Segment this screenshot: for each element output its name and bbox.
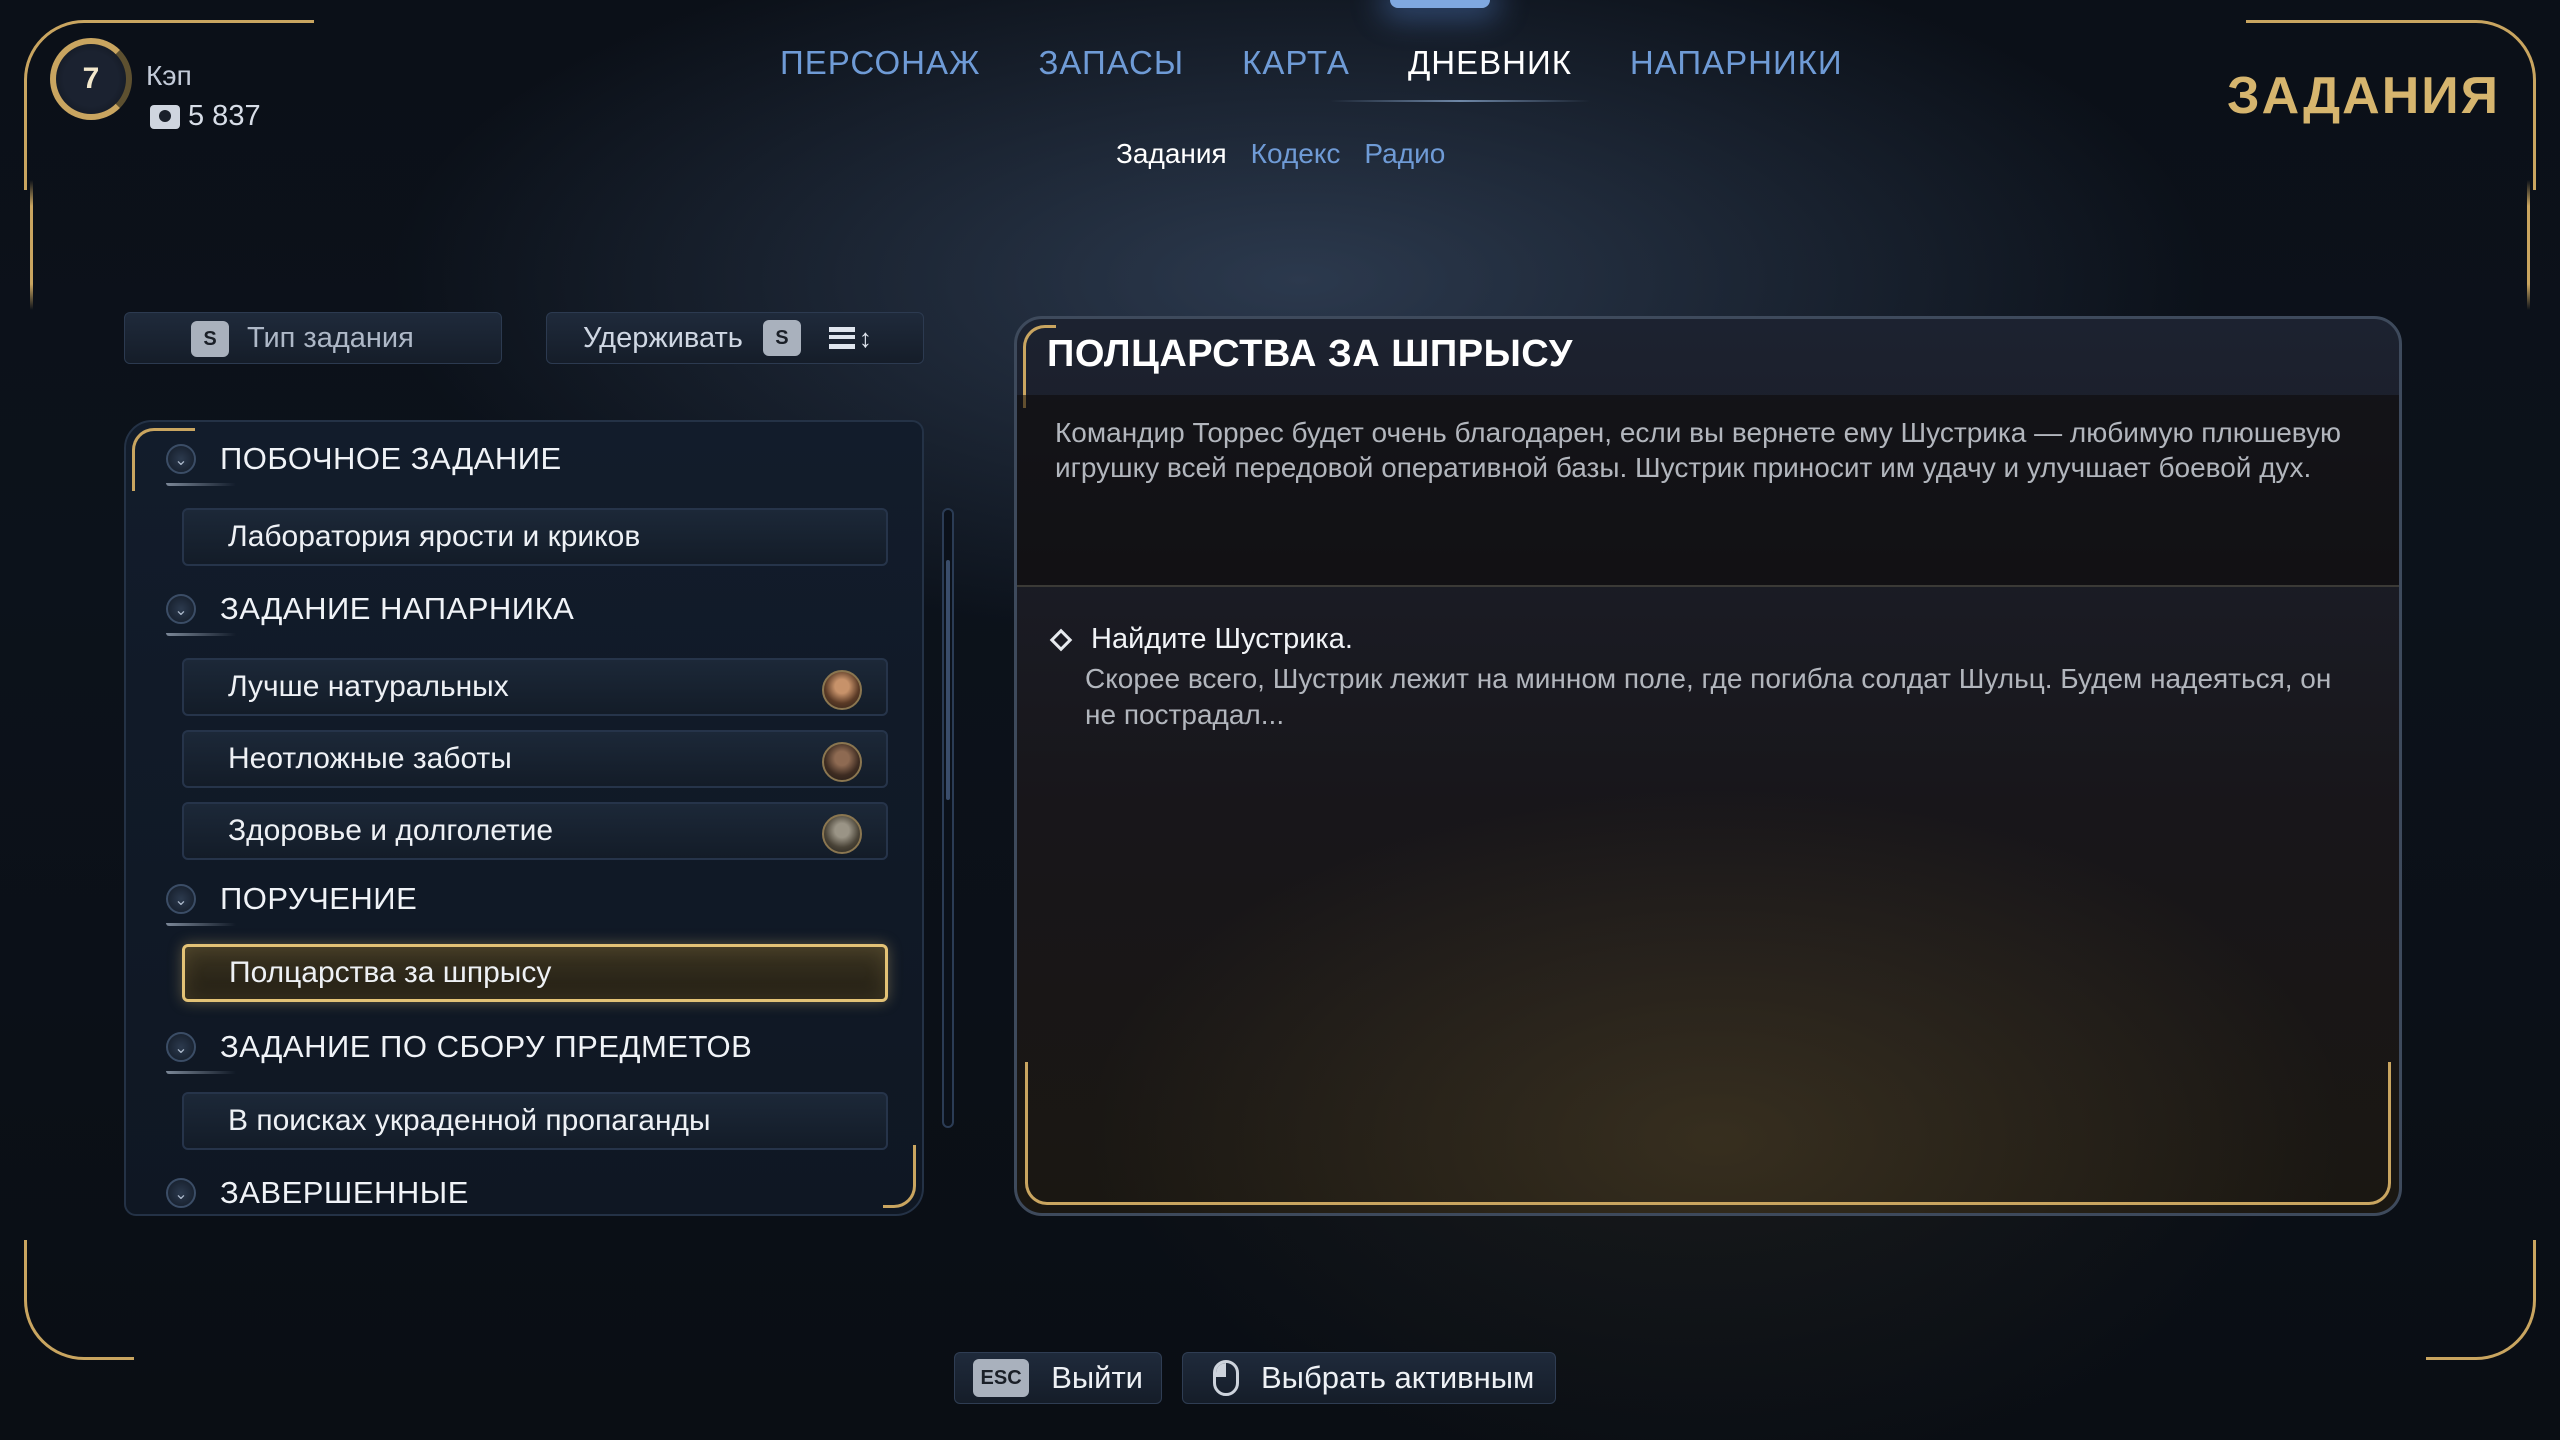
quest-item-selected[interactable]: Полцарства за шпрысу bbox=[182, 944, 888, 1002]
category-collection-quest[interactable]: ⌄ ЗАДАНИЕ ПО СБОРУ ПРЕДМЕТОВ bbox=[166, 1020, 906, 1074]
category-label: ЗАДАНИЕ ПО СБОРУ ПРЕДМЕТОВ bbox=[220, 1029, 753, 1064]
category-label: ПОРУЧЕНИЕ bbox=[220, 881, 418, 916]
category-label: ЗАВЕРШЕННЫЕ bbox=[220, 1175, 469, 1210]
caps-counter: 5 837 bbox=[150, 100, 261, 133]
companion-portrait-icon bbox=[822, 742, 862, 782]
companion-portrait-icon bbox=[822, 814, 862, 854]
chevron-down-icon: ⌄ bbox=[166, 444, 196, 474]
category-completed[interactable]: ⌄ ЗАВЕРШЕННЫЕ bbox=[166, 1166, 906, 1214]
quest-type-label: Тип задания bbox=[247, 321, 414, 354]
category-companion-quest[interactable]: ⌄ ЗАДАНИЕ НАПАРНИКА bbox=[166, 582, 906, 636]
chevron-down-icon: ⌄ bbox=[166, 594, 196, 624]
tab-underline bbox=[1330, 100, 1590, 102]
tab-inventory[interactable]: ЗАПАСЫ bbox=[1038, 44, 1184, 82]
objective-description: Скорее всего, Шустрик лежит на минном по… bbox=[1085, 663, 2332, 730]
tab-journal[interactable]: ДНЕВНИК bbox=[1408, 44, 1572, 82]
key-hint-s: S bbox=[762, 320, 801, 356]
companion-portrait-icon bbox=[822, 670, 862, 710]
esc-key-icon: ESC bbox=[973, 1359, 1030, 1397]
frame-corner-bottom-right bbox=[2426, 1240, 2536, 1360]
hold-sort-button[interactable]: Удерживать S ↕ bbox=[546, 312, 924, 364]
chevron-down-icon: ⌄ bbox=[166, 884, 196, 914]
mouse-left-click-icon bbox=[1213, 1360, 1239, 1396]
screen-title: ЗАДАНИЯ bbox=[2227, 67, 2500, 125]
exit-label: Выйти bbox=[1051, 1360, 1143, 1395]
category-side-quest[interactable]: ⌄ ПОБОЧНОЕ ЗАДАНИЕ bbox=[166, 432, 906, 486]
quest-list-panel: ⌄ ПОБОЧНОЕ ЗАДАНИЕ Лаборатория ярости и … bbox=[124, 420, 924, 1216]
sort-icon: ↕ bbox=[828, 325, 872, 351]
tab-companions[interactable]: НАПАРНИКИ bbox=[1630, 44, 1843, 82]
subtab-radio[interactable]: Радио bbox=[1364, 138, 1445, 170]
key-hint-s: S bbox=[191, 321, 229, 357]
quest-item[interactable]: Лаборатория ярости и криков bbox=[182, 508, 888, 566]
caps-value: 5 837 bbox=[188, 100, 261, 132]
player-name: Кэп bbox=[146, 60, 192, 91]
quest-list-scroll-thumb[interactable] bbox=[946, 560, 950, 800]
frame-line-right bbox=[2527, 180, 2530, 310]
quest-label: Неотложные заботы bbox=[228, 742, 512, 775]
active-tab-glow bbox=[1390, 0, 1490, 8]
player-level-badge: 7 bbox=[50, 38, 132, 120]
quest-label: В поисках украденной пропаганды bbox=[228, 1104, 711, 1137]
tab-map[interactable]: КАРТА bbox=[1242, 44, 1350, 82]
subtab-quests[interactable]: Задания bbox=[1116, 138, 1227, 170]
quest-description: Командир Торрес будет очень благодарен, … bbox=[1055, 417, 2342, 483]
caps-icon bbox=[150, 104, 180, 129]
quest-type-filter-button[interactable]: S Тип задания bbox=[124, 312, 502, 364]
category-errand[interactable]: ⌄ ПОРУЧЕНИЕ bbox=[166, 872, 906, 926]
chevron-down-icon: ⌄ bbox=[166, 1032, 196, 1062]
quest-detail-panel: ПОЛЦАРСТВА ЗА ШПРЫСУ Командир Торрес буд… bbox=[1014, 316, 2402, 1216]
frame-line-left bbox=[30, 180, 33, 310]
tab-character[interactable]: ПЕРСОНАЖ bbox=[780, 44, 980, 82]
category-label: ПОБОЧНОЕ ЗАДАНИЕ bbox=[220, 441, 562, 476]
quest-label: Лаборатория ярости и криков bbox=[228, 520, 641, 553]
sub-tabs: Задания Кодекс Радио bbox=[1116, 138, 1445, 170]
objective-row: Найдите Шустрика. bbox=[1049, 623, 1353, 656]
quest-label: Полцарства за шпрысу bbox=[229, 956, 552, 989]
frame-corner-bottom-left bbox=[24, 1240, 134, 1360]
objective-diamond-icon bbox=[1049, 628, 1073, 651]
chevron-down-icon: ⌄ bbox=[166, 1178, 196, 1208]
exit-button[interactable]: ESC Выйти bbox=[954, 1352, 1162, 1404]
quest-item[interactable]: Здоровье и долголетие bbox=[182, 802, 888, 860]
set-active-label: Выбрать активным bbox=[1261, 1360, 1535, 1395]
category-label: ЗАДАНИЕ НАПАРНИКА bbox=[220, 591, 575, 626]
quest-item[interactable]: Лучше натуральных bbox=[182, 658, 888, 716]
main-tabs: ПЕРСОНАЖ ЗАПАСЫ КАРТА ДНЕВНИК НАПАРНИКИ bbox=[780, 44, 1843, 82]
quest-item[interactable]: В поисках украденной пропаганды bbox=[182, 1092, 888, 1150]
subtab-codex[interactable]: Кодекс bbox=[1251, 138, 1341, 170]
objective-title: Найдите Шустрика. bbox=[1091, 623, 1353, 655]
quest-label: Здоровье и долголетие bbox=[228, 814, 554, 847]
quest-item[interactable]: Неотложные заботы bbox=[182, 730, 888, 788]
hold-label: Удерживать bbox=[583, 321, 743, 354]
set-active-button[interactable]: Выбрать активным bbox=[1182, 1352, 1556, 1404]
quest-detail-title: ПОЛЦАРСТВА ЗА ШПРЫСУ bbox=[1047, 333, 1573, 375]
quest-label: Лучше натуральных bbox=[228, 670, 509, 703]
